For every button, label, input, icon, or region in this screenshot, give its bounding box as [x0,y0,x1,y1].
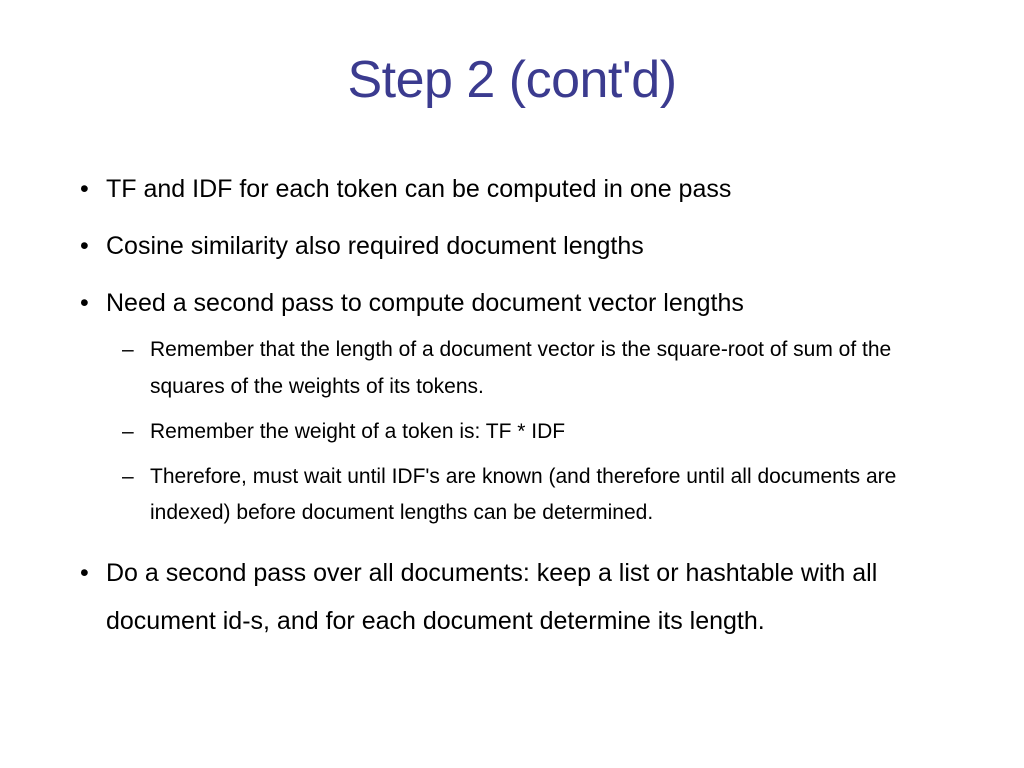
sub-bullet-item: Remember that the length of a document v… [106,332,954,406]
bullet-item: Cosine similarity also required document… [70,227,954,266]
bullet-item: TF and IDF for each token can be compute… [70,170,954,209]
bullet-text: TF and IDF for each token can be compute… [106,175,731,203]
sub-bullet-text: Remember that the length of a document v… [150,338,891,398]
sub-bullet-text: Therefore, must wait until IDF's are kno… [150,465,896,525]
bullet-text: Cosine similarity also required document… [106,232,644,260]
bullet-item: Do a second pass over all documents: kee… [70,550,954,645]
sub-bullet-text: Remember the weight of a token is: TF * … [150,420,565,443]
slide-title: Step 2 (cont'd) [70,50,954,110]
bullet-text: Do a second pass over all documents: kee… [106,559,877,635]
bullet-item: Need a second pass to compute document v… [70,284,954,533]
bullet-text: Need a second pass to compute document v… [106,289,744,317]
bullet-list: TF and IDF for each token can be compute… [70,170,954,645]
sub-bullet-list: Remember that the length of a document v… [106,332,954,532]
slide-container: Step 2 (cont'd) TF and IDF for each toke… [0,0,1024,768]
sub-bullet-item: Therefore, must wait until IDF's are kno… [106,459,954,533]
sub-bullet-item: Remember the weight of a token is: TF * … [106,414,954,451]
